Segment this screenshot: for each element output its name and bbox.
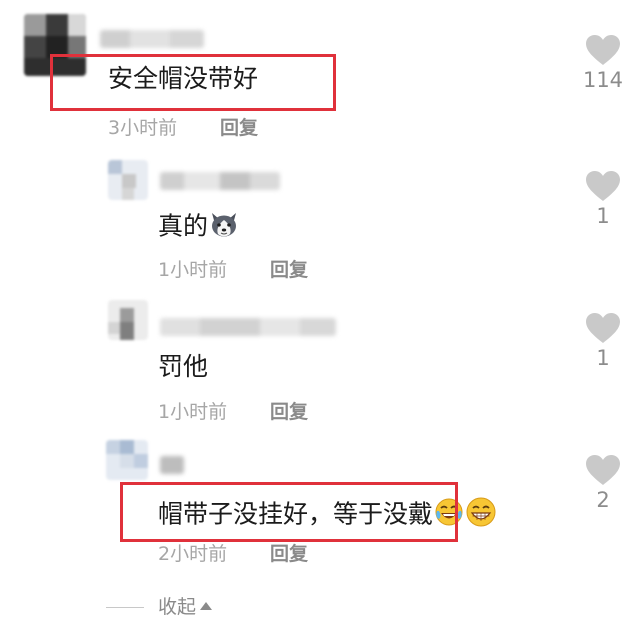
comment-text-content: 真的	[158, 211, 209, 241]
collapse-replies-button[interactable]: 收起	[158, 595, 213, 619]
heart-icon	[586, 35, 620, 65]
comment-text-content: 帽带子没挂好，等于没戴	[158, 499, 434, 529]
like-count: 2	[596, 488, 610, 512]
like-count: 1	[596, 204, 610, 228]
reply-button[interactable]: 回复	[270, 542, 308, 566]
like-button[interactable]: 114	[573, 34, 633, 92]
avatar[interactable]	[24, 14, 86, 76]
comment-text: 罚他	[158, 352, 209, 381]
comment-text: 帽带子没挂好，等于没戴	[158, 496, 497, 535]
username-blurred[interactable]	[100, 30, 204, 48]
like-count: 114	[582, 68, 624, 92]
grinning-face-emoji	[465, 496, 497, 535]
avatar[interactable]	[106, 440, 148, 480]
collapse-label: 收起	[158, 596, 197, 618]
reply-button[interactable]: 回复	[270, 258, 308, 282]
reply-button[interactable]: 回复	[270, 400, 308, 424]
comment-time: 3小时前	[108, 117, 178, 139]
husky-dog-emoji	[209, 210, 239, 245]
heart-icon	[586, 455, 620, 485]
avatar[interactable]	[108, 300, 148, 340]
collapse-divider	[106, 607, 144, 608]
laughing-tears-emoji	[434, 497, 464, 534]
username-blurred[interactable]	[160, 318, 336, 336]
heart-icon	[586, 313, 620, 343]
like-count: 1	[596, 346, 610, 370]
username-blurred[interactable]	[160, 456, 184, 474]
like-button[interactable]: 1	[573, 170, 633, 228]
comment-time: 1小时前	[158, 401, 228, 423]
reply-button[interactable]: 回复	[220, 116, 258, 140]
like-button[interactable]: 2	[573, 454, 633, 512]
like-button[interactable]: 1	[573, 312, 633, 370]
caret-up-icon	[200, 601, 213, 610]
heart-icon	[586, 171, 620, 201]
username-blurred[interactable]	[160, 172, 280, 190]
comment-time: 1小时前	[158, 259, 228, 281]
comment-text: 安全帽没带好	[108, 64, 259, 93]
comment-time: 2小时前	[158, 543, 228, 565]
avatar[interactable]	[108, 160, 148, 200]
comment-text: 真的	[158, 210, 239, 245]
